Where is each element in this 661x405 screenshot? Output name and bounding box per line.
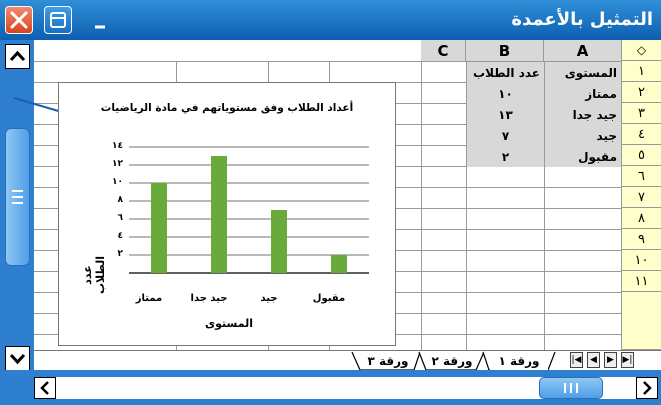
restore-button[interactable] <box>44 6 72 34</box>
row-header[interactable]: ٦ <box>622 166 661 187</box>
tab-first-icon: |◀ <box>571 355 582 365</box>
scroll-right-icon <box>643 381 652 395</box>
spreadsheet-window: التمثيل بالأعمدة C B A ◇ ١ ٢ ٣ ٤ ٥ ٦ ٧ ٨… <box>0 0 661 405</box>
bar-1[interactable] <box>151 183 167 273</box>
corner-icon: ◇ <box>636 43 647 57</box>
row-header[interactable]: ١ <box>622 61 661 82</box>
restore-icon <box>50 12 66 28</box>
scroll-right-button[interactable] <box>636 377 658 399</box>
x-tick-label: مقبول <box>312 293 346 304</box>
close-icon <box>10 11 28 29</box>
window-title: التمثيل بالأعمدة <box>511 9 653 30</box>
row-header[interactable]: ٢ <box>622 82 661 103</box>
sheet-tab-2[interactable]: ورقة ٢ <box>426 351 478 370</box>
row-header[interactable]: ٥ <box>622 145 661 166</box>
tab-next-icon: ▶ <box>607 355 614 365</box>
column-header-c[interactable]: C <box>421 40 466 61</box>
tab-prev-icon: ◀ <box>590 355 597 365</box>
vertical-scroll-thumb[interactable] <box>5 128 30 266</box>
cell-a3[interactable]: جيد جدا <box>545 104 621 125</box>
tab-first-button[interactable]: |◀ <box>570 352 583 368</box>
scroll-up-button[interactable] <box>5 44 30 69</box>
bar-2[interactable] <box>211 156 227 273</box>
cell-a1[interactable]: المستوى <box>545 62 621 83</box>
vertical-scrollbar[interactable] <box>0 40 34 371</box>
column-header-empty <box>34 40 421 61</box>
column-header-b[interactable]: B <box>466 40 544 61</box>
scroll-down-icon <box>9 353 26 365</box>
bar-4[interactable] <box>331 255 347 273</box>
row-header[interactable]: ٤ <box>622 124 661 145</box>
sheet-tab-1[interactable]: ورقة ١ <box>490 351 548 370</box>
cell-b4[interactable]: ٧ <box>467 125 544 146</box>
cell-b5[interactable]: ٢ <box>467 146 544 167</box>
column-header-a[interactable]: A <box>544 40 622 61</box>
scroll-left-icon <box>40 381 49 395</box>
sheet-tab-3[interactable]: ورقة ٣ <box>360 351 416 370</box>
select-all-corner[interactable]: ◇ <box>622 40 661 61</box>
x-tick-label: ممتاز <box>135 293 163 304</box>
row-header-empty <box>622 292 661 350</box>
horizontal-scrollbar[interactable] <box>0 370 661 405</box>
scroll-down-button[interactable] <box>5 346 30 371</box>
grip-icon <box>12 190 23 204</box>
tab-last-icon: ▶| <box>622 355 633 365</box>
tab-prev-button[interactable]: ◀ <box>587 352 600 368</box>
tab-last-button[interactable]: ▶| <box>621 352 634 368</box>
minimize-button[interactable] <box>88 6 116 34</box>
cell-a2[interactable]: ممتاز <box>545 83 621 104</box>
scroll-up-icon <box>9 50 26 62</box>
row-header[interactable]: ٨ <box>622 208 661 229</box>
cell-b3[interactable]: ١٣ <box>467 104 544 125</box>
x-tick-label: جيد جدا <box>190 293 228 304</box>
grip-icon <box>564 383 578 393</box>
tab-next-button[interactable]: ▶ <box>604 352 617 368</box>
cell-b2[interactable]: ١٠ <box>467 83 544 104</box>
tab-outline <box>351 351 556 371</box>
row-header[interactable]: ٧ <box>622 187 661 208</box>
x-tick-label: جيد <box>260 293 278 304</box>
minimize-icon <box>95 25 105 29</box>
cell-b1[interactable]: عدد الطلاب <box>467 62 544 83</box>
sheet-tab-bar: ورقة ٣ ورقة ٢ ورقة ١ |◀ ◀ ▶ ▶| <box>34 350 661 371</box>
scroll-left-button[interactable] <box>34 377 56 399</box>
row-header[interactable]: ٩ <box>622 229 661 250</box>
grid-line <box>421 40 422 350</box>
bar-3[interactable] <box>271 210 287 273</box>
close-button[interactable] <box>5 6 33 34</box>
row-header[interactable]: ١١ <box>622 271 661 292</box>
row-header[interactable]: ٣ <box>622 103 661 124</box>
cell-a4[interactable]: جيد <box>545 125 621 146</box>
cell-a5[interactable]: مقبول <box>545 146 621 167</box>
title-bar: التمثيل بالأعمدة <box>0 0 661 41</box>
horizontal-scroll-thumb[interactable] <box>539 377 603 399</box>
row-header[interactable]: ١٠ <box>622 250 661 271</box>
plot-area <box>129 146 369 274</box>
bar-chart[interactable]: أعداد الطلاب وفق مستوياتهم في مادة الريا… <box>58 82 396 346</box>
